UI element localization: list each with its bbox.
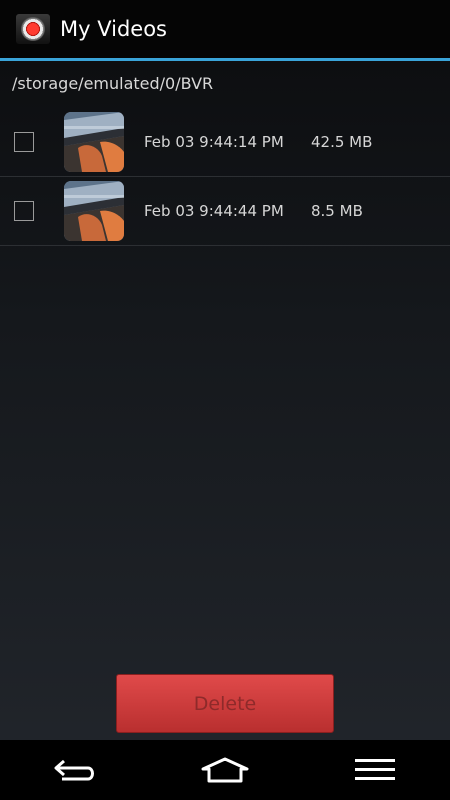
storage-path: /storage/emulated/0/BVR [12, 74, 214, 93]
back-icon [54, 759, 94, 781]
record-icon[interactable] [16, 14, 50, 44]
video-size: 8.5 MB [311, 202, 363, 220]
home-icon [201, 757, 249, 783]
back-button[interactable] [35, 745, 115, 795]
video-date: Feb 03 9:44:14 PM [144, 133, 284, 151]
select-checkbox[interactable] [14, 201, 34, 221]
delete-button[interactable]: Delete [116, 674, 334, 733]
select-checkbox[interactable] [14, 132, 34, 152]
list-item[interactable]: Feb 03 9:44:44 PM 8.5 MB [0, 177, 450, 246]
menu-button[interactable] [335, 745, 415, 795]
screen: My Videos /storage/emulated/0/BVR Feb 03… [0, 0, 450, 800]
action-bar: My Videos [0, 0, 450, 58]
action-bar-divider [0, 58, 450, 61]
video-thumbnail[interactable] [64, 181, 124, 241]
app-title: My Videos [60, 17, 167, 41]
list-item[interactable]: Feb 03 9:44:14 PM 42.5 MB [0, 108, 450, 177]
navigation-bar [0, 740, 450, 800]
video-size: 42.5 MB [311, 133, 373, 151]
video-thumbnail[interactable] [64, 112, 124, 172]
video-date: Feb 03 9:44:44 PM [144, 202, 284, 220]
home-button[interactable] [185, 745, 265, 795]
video-list: Feb 03 9:44:14 PM 42.5 MB Feb 03 9:44:44… [0, 108, 450, 246]
menu-icon [355, 759, 395, 780]
